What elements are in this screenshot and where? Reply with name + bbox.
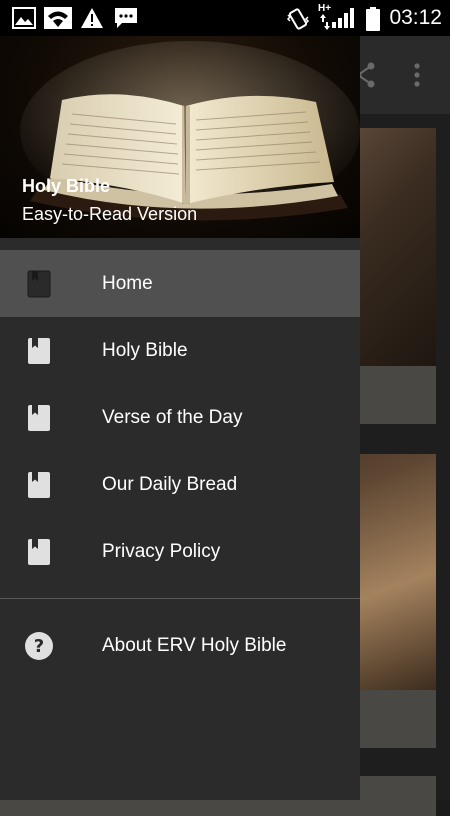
book-icon xyxy=(27,337,51,365)
drawer-menu: Home Holy Bible Verse of the Day Our Dai… xyxy=(0,250,360,585)
signal-icon xyxy=(332,7,356,29)
drawer-divider xyxy=(0,598,360,599)
drawer-item-holy-bible[interactable]: Holy Bible xyxy=(0,317,360,384)
drawer-item-privacy-policy[interactable]: Privacy Policy xyxy=(0,518,360,585)
book-icon xyxy=(27,471,51,499)
book-icon xyxy=(27,538,51,566)
drawer-header: Holy Bible Easy-to-Read Version xyxy=(0,36,360,238)
chat-icon xyxy=(114,7,138,29)
status-bar: H+ 03:12 xyxy=(0,0,450,36)
drawer-item-verse-of-the-day[interactable]: Verse of the Day xyxy=(0,384,360,451)
drawer-subtitle: Easy-to-Read Version xyxy=(22,204,198,224)
drawer-item-label: About ERV Holy Bible xyxy=(102,634,287,656)
navigation-drawer: Holy Bible Easy-to-Read Version Home Hol… xyxy=(0,36,360,800)
drawer-item-label: Holy Bible xyxy=(102,339,188,361)
drawer-item-home[interactable]: Home xyxy=(0,250,360,317)
drawer-item-label: Verse of the Day xyxy=(102,406,243,428)
wifi-icon xyxy=(44,7,72,29)
image-icon xyxy=(12,7,36,29)
drawer-item-our-daily-bread[interactable]: Our Daily Bread xyxy=(0,451,360,518)
battery-icon xyxy=(366,7,380,31)
drawer-item-label: Home xyxy=(102,272,153,294)
drawer-item-label: Privacy Policy xyxy=(102,540,221,562)
warning-icon xyxy=(80,7,104,29)
book-icon xyxy=(27,270,51,298)
clock: 03:12 xyxy=(389,6,442,29)
network-type-label: H+ xyxy=(318,3,332,14)
data-arrows-icon xyxy=(320,14,330,30)
more-vert-icon[interactable] xyxy=(413,62,421,93)
svg-text:?: ? xyxy=(34,636,44,657)
drawer-item-label: Our Daily Bread xyxy=(102,473,238,495)
book-icon xyxy=(27,404,51,432)
drawer-title: Holy Bible xyxy=(22,176,111,196)
vibrate-icon xyxy=(286,7,310,31)
drawer-item-about[interactable]: ? About ERV Holy Bible xyxy=(0,612,360,679)
help-icon: ? xyxy=(24,631,54,661)
